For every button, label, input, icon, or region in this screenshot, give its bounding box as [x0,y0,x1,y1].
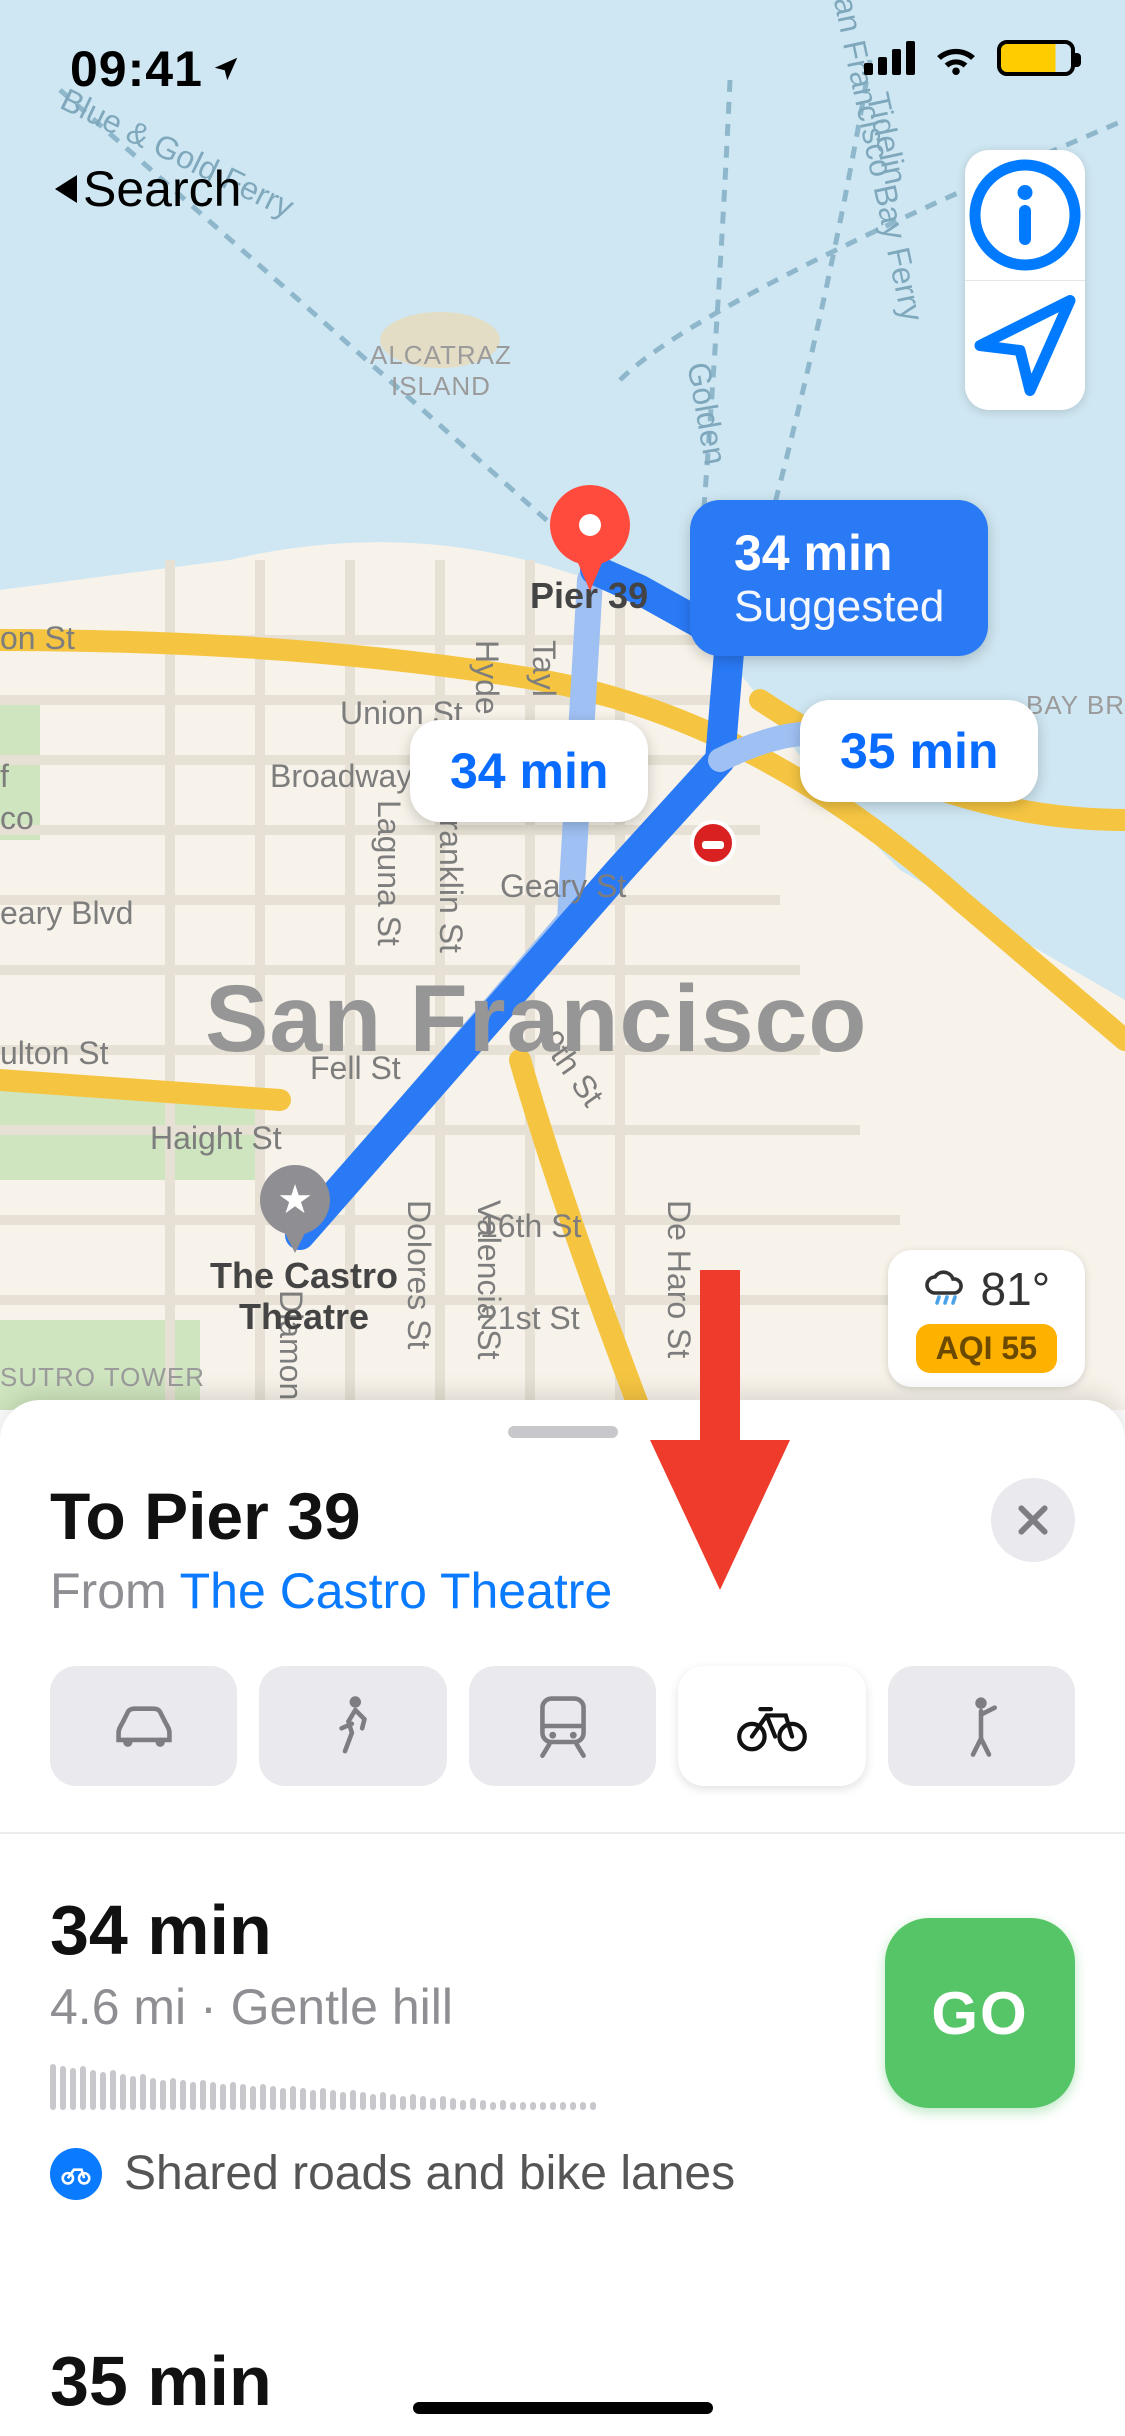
close-button[interactable] [991,1478,1075,1562]
sheet-grabber[interactable] [508,1426,618,1438]
origin-pin-label: The CastroTheatre [210,1255,398,1338]
from-line: From The Castro Theatre [50,1562,612,1620]
info-icon [965,150,1085,280]
from-link[interactable]: The Castro Theatre [180,1563,613,1619]
aqi-badge: AQI 55 [916,1324,1057,1373]
mode-cycle[interactable] [678,1666,865,1786]
car-icon [107,1694,181,1758]
annotation-arrow-icon [650,1270,790,1590]
signal-icon [864,41,915,75]
route-bubble-alt2[interactable]: 35 min [800,700,1038,802]
mode-transit[interactable] [469,1666,656,1786]
route-sub: 4.6 mi · Gentle hill [50,1978,885,2036]
origin-pin[interactable]: ★ [260,1165,330,1235]
bike-badge-icon [50,2148,102,2200]
elevation-sparkline [50,2064,885,2110]
wifi-icon [933,41,979,75]
weather-temp: 81° [981,1262,1051,1316]
weather-widget[interactable]: 81° AQI 55 [888,1250,1085,1387]
mode-drive[interactable] [50,1666,237,1786]
rideshare-icon [944,1694,1018,1758]
status-time: 09:41 [70,40,241,98]
poi-baybridge: BAY BR [1026,690,1125,721]
map-info-button[interactable] [965,150,1085,280]
mode-walk[interactable] [259,1666,446,1786]
walk-icon [316,1694,390,1758]
location-glyph-icon [211,54,241,84]
poi-sutro: SUTRO TOWER [0,1362,205,1393]
poi-alcatraz: ALCATRAZISLAND [370,340,512,402]
transit-icon [526,1694,600,1758]
shared-roads-label: Shared roads and bike lanes [124,2146,735,2201]
close-icon [1013,1500,1053,1540]
destination-pin[interactable] [550,485,630,565]
mode-rideshare[interactable] [888,1666,1075,1786]
battery-icon [997,40,1075,76]
directions-sheet[interactable]: To Pier 39 From The Castro Theatre [0,1400,1125,2436]
rain-cloud-icon [923,1269,971,1309]
home-indicator[interactable] [413,2402,713,2414]
go-button[interactable]: GO [885,1918,1075,2108]
back-chevron-icon [55,175,77,203]
location-arrow-icon [965,281,1085,410]
no-entry-icon [690,820,736,866]
route-time: 34 min [50,1890,885,1970]
route-bubble-suggested[interactable]: 34 min Suggested [690,500,988,656]
destination-title: To Pier 39 [50,1478,612,1554]
map-locate-button[interactable] [965,280,1085,410]
route-bubble-alt1[interactable]: 34 min [410,720,648,822]
bicycle-icon [735,1694,809,1758]
back-to-search[interactable]: Search [55,160,241,218]
